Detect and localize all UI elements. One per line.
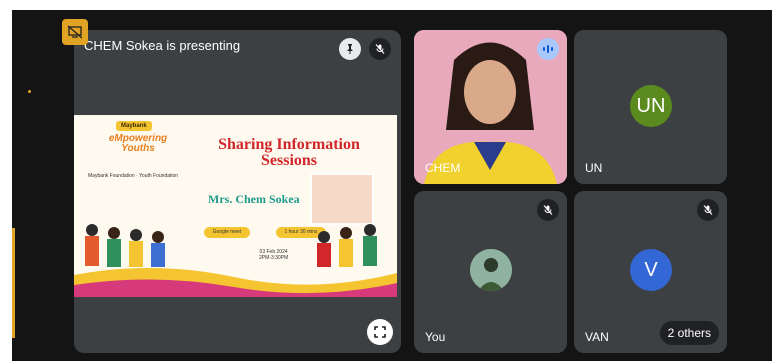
presentation-tile[interactable]: CHEM Sokea is presenting Maybank eMpower… bbox=[74, 30, 401, 353]
presenter-label: CHEM Sokea is presenting bbox=[84, 38, 241, 53]
participant-name: CHEM bbox=[425, 161, 461, 175]
pin-button[interactable] bbox=[339, 38, 361, 60]
participant-tile-van[interactable]: V VAN 2 others bbox=[574, 191, 727, 353]
meeting-stage: CHEM Sokea is presenting Maybank eMpower… bbox=[12, 10, 772, 361]
side-indicator-dot bbox=[28, 90, 31, 93]
mic-off-icon bbox=[537, 199, 559, 221]
avatar: UN bbox=[630, 85, 672, 127]
mic-off-icon bbox=[697, 199, 719, 221]
fullscreen-icon bbox=[374, 326, 386, 338]
pin-icon bbox=[347, 44, 353, 54]
presenter-mic-off-icon bbox=[369, 38, 391, 60]
participant-tile-chem[interactable]: CHEM bbox=[414, 30, 567, 184]
present-off-icon bbox=[67, 25, 83, 39]
shared-slide: Maybank eMpowering Youths Maybank Founda… bbox=[74, 115, 397, 297]
others-count-button[interactable]: 2 others bbox=[659, 321, 719, 345]
presentation-off-badge[interactable] bbox=[62, 19, 88, 45]
fullscreen-button[interactable] bbox=[367, 319, 393, 345]
side-indicator-bar bbox=[12, 228, 15, 338]
slide-illustration bbox=[74, 224, 397, 297]
participant-name: VAN bbox=[585, 330, 609, 344]
avatar: V bbox=[630, 249, 672, 291]
avatar bbox=[470, 249, 512, 291]
participant-name: UN bbox=[585, 161, 603, 175]
participant-tile-un[interactable]: UN UN bbox=[574, 30, 727, 184]
participant-name: You bbox=[425, 330, 446, 344]
participant-tile-you[interactable]: You bbox=[414, 191, 567, 353]
speaking-indicator-icon bbox=[537, 38, 559, 60]
